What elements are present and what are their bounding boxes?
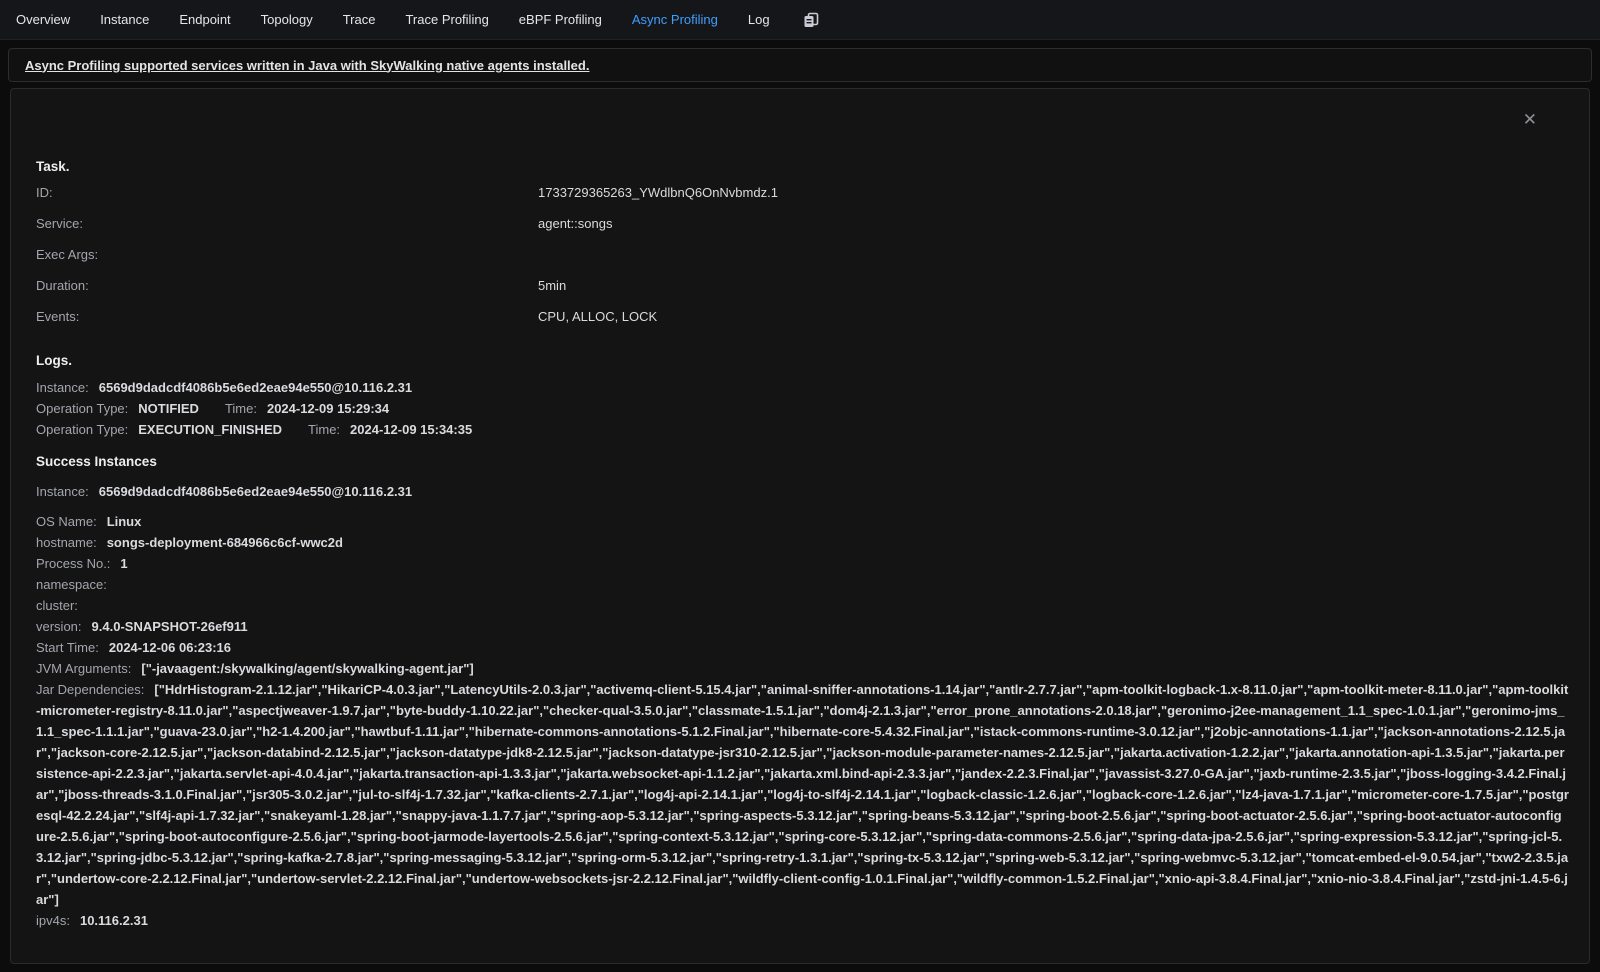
- task-row-events: Events: CPU, ALLOC, LOCK: [36, 301, 1569, 332]
- tab-trace-profiling[interactable]: Trace Profiling: [405, 12, 488, 27]
- notice-bar: Async Profiling supported services writt…: [8, 48, 1592, 82]
- task-row-value: agent::songs: [538, 216, 612, 231]
- attr-os-name: OS Name: Linux: [36, 511, 1569, 532]
- close-icon[interactable]: ✕: [1523, 111, 1537, 128]
- operation-type-value: NOTIFIED: [138, 401, 199, 416]
- task-row-id: ID: 1733729365263_YWdlbnQ6OnNvbmdz.1: [36, 177, 1569, 208]
- time-label: Time:: [225, 401, 257, 416]
- task-row-service: Service: agent::songs: [36, 208, 1569, 239]
- copy-documents-icon[interactable]: [802, 11, 820, 29]
- task-row-value: 1733729365263_YWdlbnQ6OnNvbmdz.1: [538, 185, 778, 200]
- instance-attributes: OS Name: Linux hostname: songs-deployment-…: [36, 511, 1569, 931]
- tab-ebpf-profiling[interactable]: eBPF Profiling: [519, 12, 602, 27]
- attr-process-no: Process No.: 1: [36, 553, 1569, 574]
- tab-overview[interactable]: Overview: [16, 12, 70, 27]
- attr-jvm-arguments: JVM Arguments: ["-javaagent:/skywalking/a…: [36, 658, 1569, 679]
- attr-label: cluster:: [36, 598, 78, 613]
- attr-jar-dependencies: Jar Dependencies:["HdrHistogram-2.1.12.j…: [36, 679, 1569, 910]
- attr-start-time: Start Time: 2024-12-06 06:23:16: [36, 637, 1569, 658]
- instance-value: 6569d9dadcdf4086b5e6ed2eae94e550@10.116.…: [99, 380, 412, 395]
- task-row-label: Exec Args:: [36, 247, 538, 262]
- tab-async-profiling[interactable]: Async Profiling: [632, 12, 718, 27]
- attr-label: OS Name:: [36, 514, 97, 529]
- attr-label: Start Time:: [36, 640, 99, 655]
- task-row-label: Events:: [36, 309, 538, 324]
- task-row-label: ID:: [36, 185, 538, 200]
- tab-trace[interactable]: Trace: [343, 12, 376, 27]
- tab-endpoint[interactable]: Endpoint: [179, 12, 230, 27]
- attr-cluster: cluster:: [36, 595, 1569, 616]
- task-section-heading: Task.: [36, 157, 1569, 177]
- tab-log[interactable]: Log: [748, 12, 770, 27]
- attr-label: namespace:: [36, 577, 107, 592]
- attr-label: ipv4s:: [36, 913, 70, 928]
- attr-value: Linux: [107, 514, 142, 529]
- success-instance-line: Instance: 6569d9dadcdf4086b5e6ed2eae94e55…: [36, 481, 1569, 502]
- attr-namespace: namespace:: [36, 574, 1569, 595]
- time-label: Time:: [308, 422, 340, 437]
- time-value: 2024-12-09 15:34:35: [350, 422, 472, 437]
- async-profiling-doc-link[interactable]: Async Profiling supported services writt…: [25, 58, 589, 73]
- attr-version: version: 9.4.0-SNAPSHOT-26ef911: [36, 616, 1569, 637]
- task-detail-panel: ✕ Task. ID: 1733729365263_YWdlbnQ6OnNvbm…: [10, 88, 1590, 964]
- tab-instance[interactable]: Instance: [100, 12, 149, 27]
- attr-value: 10.116.2.31: [80, 913, 148, 928]
- attr-label: version:: [36, 619, 82, 634]
- task-row-exec-args: Exec Args:: [36, 239, 1569, 270]
- attr-label: JVM Arguments:: [36, 661, 131, 676]
- instance-label: Instance:: [36, 484, 89, 499]
- instance-label: Instance:: [36, 380, 89, 395]
- top-nav: Overview Instance Endpoint Topology Trac…: [0, 0, 1600, 40]
- attr-ipv4s: ipv4s: 10.116.2.31: [36, 910, 1569, 931]
- instance-value: 6569d9dadcdf4086b5e6ed2eae94e550@10.116.…: [99, 484, 412, 499]
- attr-label: Jar Dependencies:: [36, 682, 144, 697]
- attr-label: hostname:: [36, 535, 97, 550]
- logs-operation-line: Operation Type: EXECUTION_FINISHED Time: 20…: [36, 419, 1569, 440]
- logs-instance-line: Instance: 6569d9dadcdf4086b5e6ed2eae94e55…: [36, 377, 1569, 398]
- logs-operation-line: Operation Type: NOTIFIED Time: 2024-12-09 1…: [36, 398, 1569, 419]
- attr-value: songs-deployment-684966c6cf-wwc2d: [107, 535, 343, 550]
- attr-value: 9.4.0-SNAPSHOT-26ef911: [92, 619, 248, 634]
- task-row-value: CPU, ALLOC, LOCK: [538, 309, 657, 324]
- operation-type-value: EXECUTION_FINISHED: [138, 422, 282, 437]
- attr-value: 2024-12-06 06:23:16: [109, 640, 231, 655]
- attr-hostname: hostname: songs-deployment-684966c6cf-wwc…: [36, 532, 1569, 553]
- logs-section-heading: Logs.: [36, 351, 1569, 371]
- task-row-label: Service:: [36, 216, 538, 231]
- attr-value: ["-javaagent:/skywalking/agent/skywalkin…: [141, 661, 473, 676]
- operation-type-label: Operation Type:: [36, 401, 128, 416]
- tab-topology[interactable]: Topology: [261, 12, 313, 27]
- task-row-value: 5min: [538, 278, 566, 293]
- attr-value: 1: [120, 556, 127, 571]
- attr-label: Process No.:: [36, 556, 110, 571]
- time-value: 2024-12-09 15:29:34: [267, 401, 389, 416]
- task-row-label: Duration:: [36, 278, 538, 293]
- operation-type-label: Operation Type:: [36, 422, 128, 437]
- attr-value: ["HdrHistogram-2.1.12.jar","HikariCP-4.0…: [36, 682, 1569, 907]
- task-row-duration: Duration: 5min: [36, 270, 1569, 301]
- success-instances-heading: Success Instances: [36, 452, 1569, 472]
